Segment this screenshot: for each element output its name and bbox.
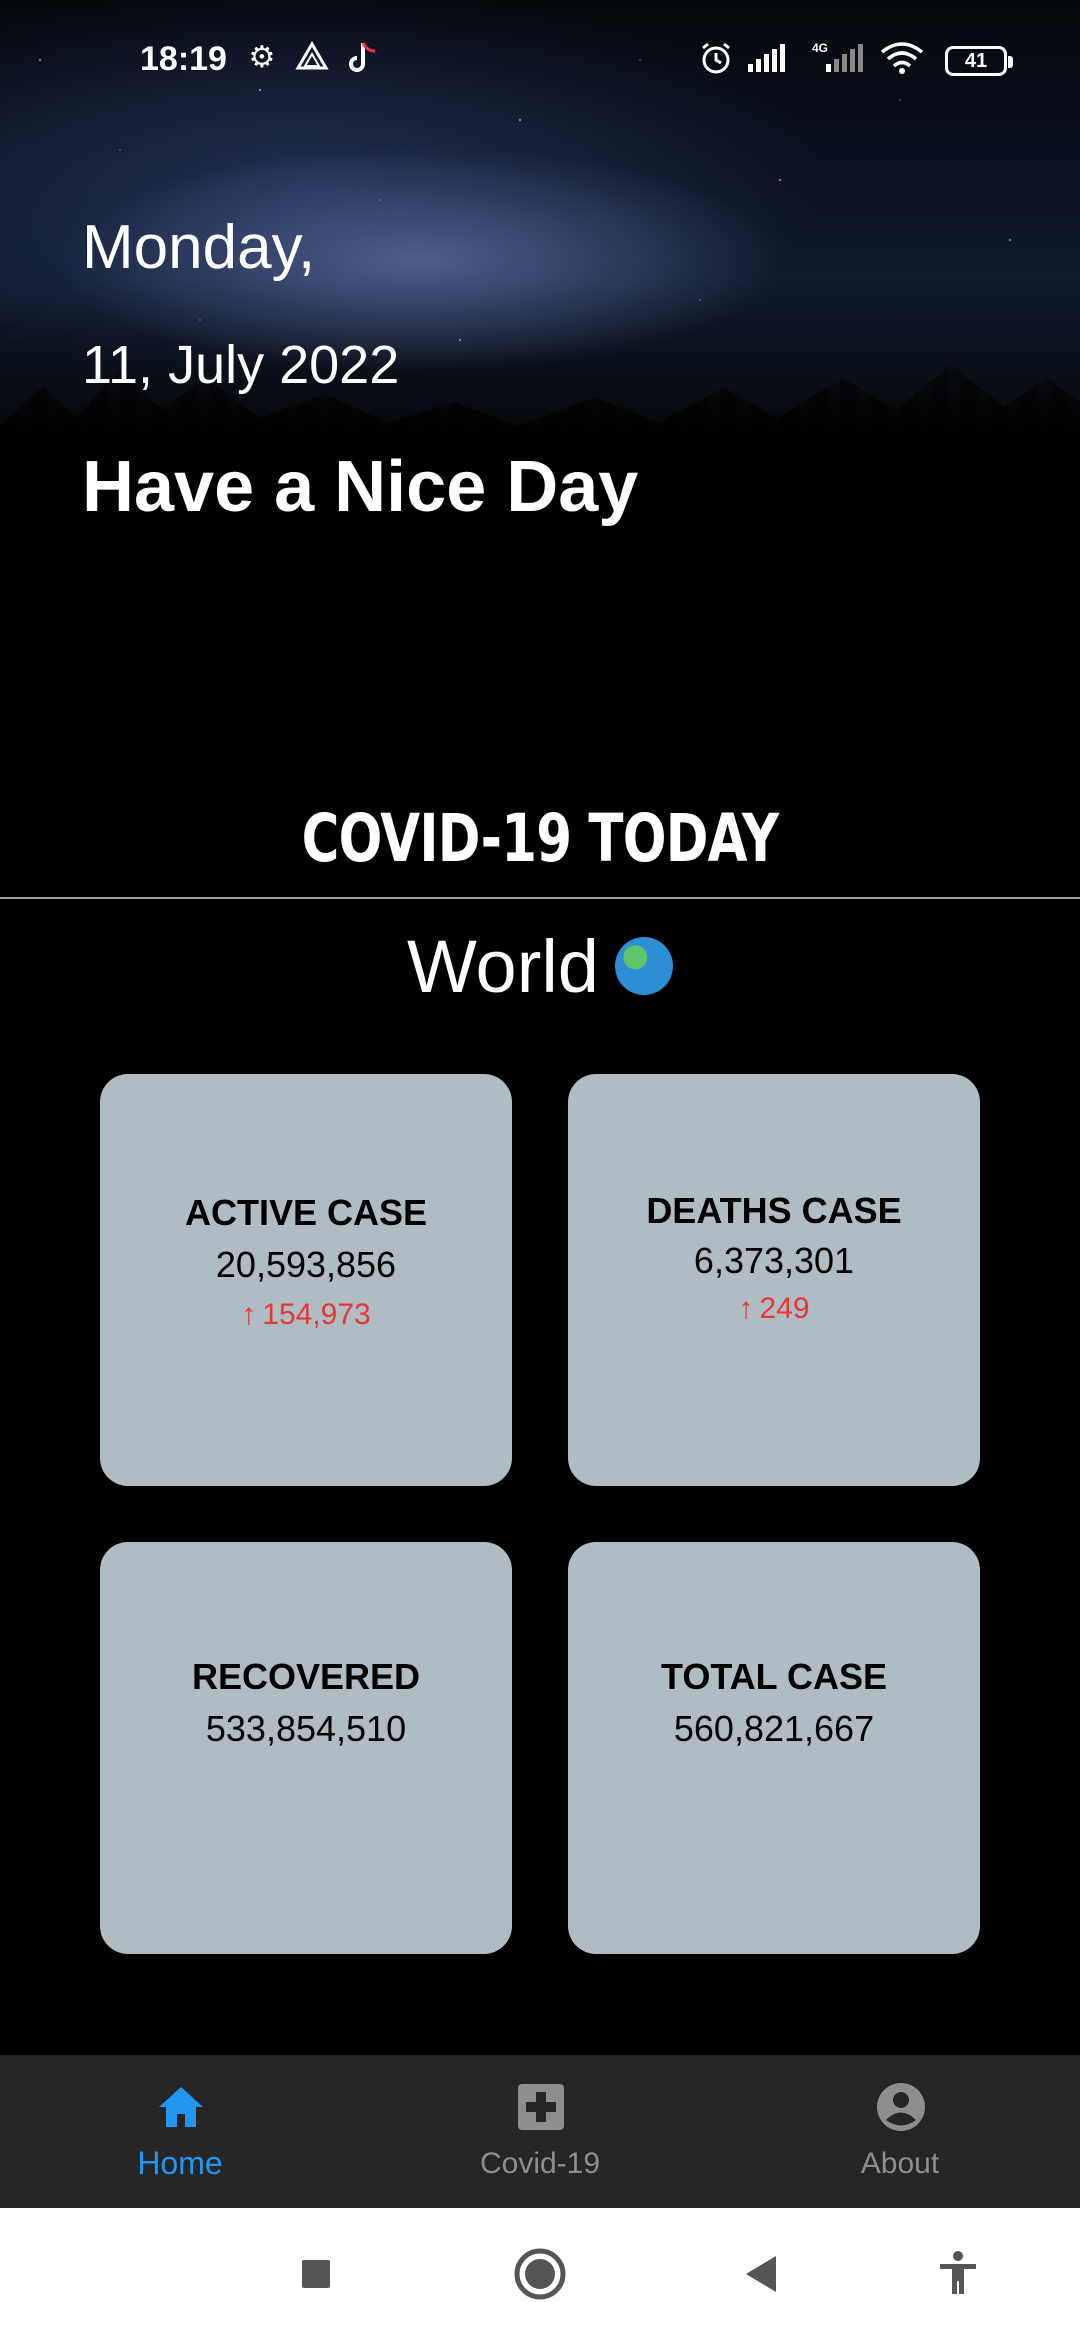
settings-icon: ⚙ [248,41,276,74]
nav-home[interactable]: Home [0,2055,360,2208]
home-icon [159,2087,203,2127]
medical-cross-icon [518,2084,564,2130]
deaths-case-card[interactable]: DEATHS CASE 6,373,301 ↑ 249 [568,1074,980,1486]
signal-icon [746,40,785,76]
card-title: DEATHS CASE [646,1190,902,1231]
card-title: RECOVERED [191,1656,421,1697]
nav-about[interactable]: About [720,2055,1080,2208]
card-value: 6,373,301 [693,1240,855,1281]
nav-about-label: About [860,2147,940,2180]
greeting-date: 11, July 2022 [82,335,400,395]
region-heading: World [0,924,1080,1009]
status-time: 18:19 [140,40,227,78]
section-title: COVID-19 TODAY [301,800,779,877]
arrow-up-icon: ↑ [241,1298,257,1331]
accessibility-icon[interactable] [928,2244,988,2304]
card-title: ACTIVE CASE [184,1192,428,1233]
wifi-icon [878,40,926,76]
card-title: TOTAL CASE [660,1656,888,1697]
card-value: 533,854,510 [205,1708,407,1749]
drive-icon [294,40,330,76]
svg-text:4G: 4G [812,41,828,55]
active-case-card[interactable]: ACTIVE CASE 20,593,856 ↑ 154,973 [100,1074,512,1486]
card-delta: ↑ 249 [568,1292,980,1326]
region-label: World [407,925,599,1008]
system-navigation-bar [0,2208,1080,2340]
greeting-message: Have a Nice Day [82,447,639,527]
nav-covid-label: Covid-19 [479,2147,601,2180]
tiktok-icon [344,40,380,76]
alarm-icon [698,40,734,76]
recovered-card[interactable]: RECOVERED 533,854,510 [100,1542,512,1954]
card-delta: ↑ 154,973 [100,1298,512,1332]
status-bar: 18:19 ⚙ 4G 41 [0,0,1080,124]
bottom-navigation: Home Covid-19 About [0,2055,1080,2208]
card-delta-value: 249 [759,1292,810,1325]
card-delta-value: 154,973 [262,1298,371,1331]
total-case-card[interactable]: TOTAL CASE 560,821,667 [568,1542,980,1954]
arrow-up-icon: ↑ [738,1292,754,1325]
card-value: 560,821,667 [673,1708,875,1749]
home-button[interactable] [510,2244,570,2304]
account-circle-icon [877,2083,925,2131]
globe-icon [614,937,673,996]
nav-covid[interactable]: Covid-19 [360,2055,720,2208]
nav-home-label: Home [137,2145,223,2181]
section-divider [0,897,1080,899]
greeting-day: Monday, [82,213,316,282]
back-button[interactable] [732,2244,792,2304]
recents-button[interactable] [286,2244,346,2304]
card-value: 20,593,856 [215,1244,397,1285]
signal-4g-icon: 4G [810,40,866,76]
battery-indicator: 41 [945,46,1013,76]
